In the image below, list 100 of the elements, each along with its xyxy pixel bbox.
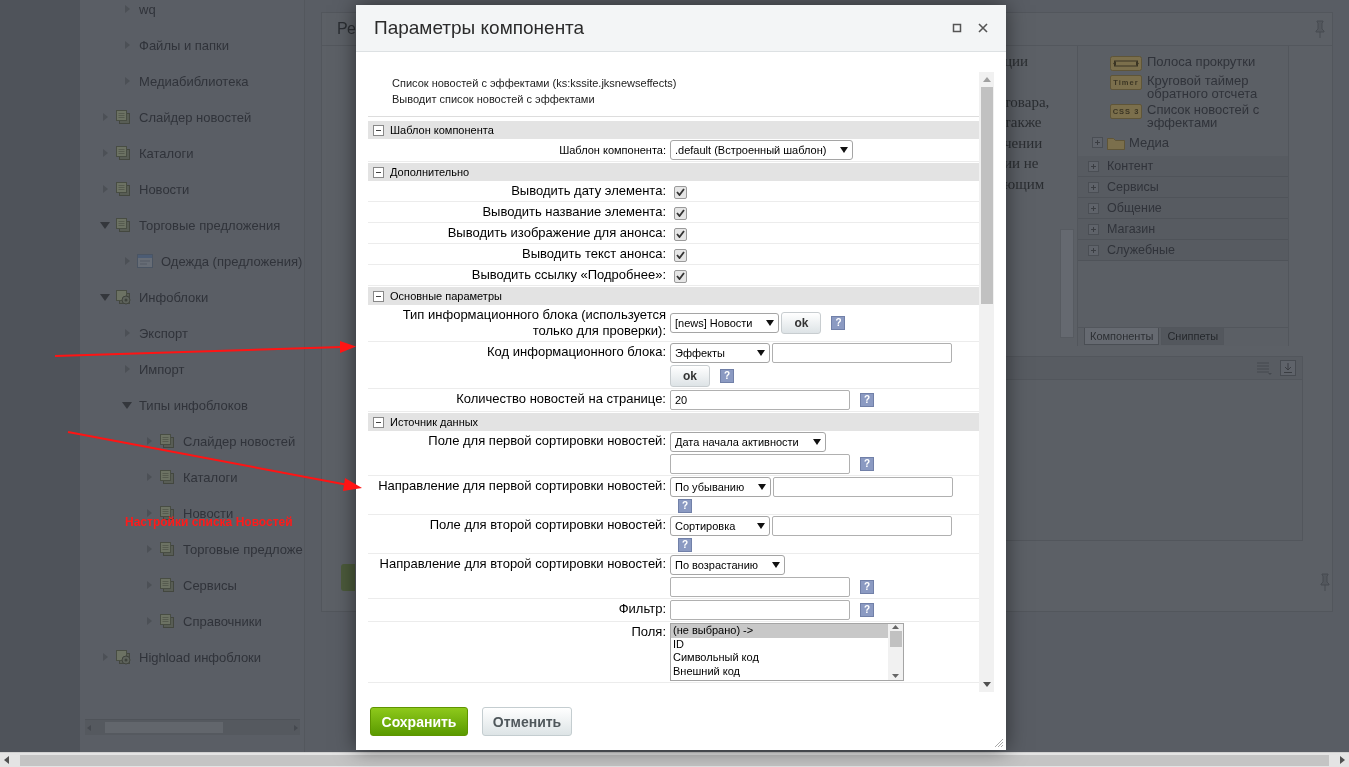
expand-icon[interactable] xyxy=(1088,244,1099,256)
checkbox[interactable] xyxy=(674,269,687,283)
dropdown[interactable]: По возрастанию xyxy=(670,555,786,575)
section-title: Дополнительно xyxy=(390,166,470,178)
scroll-thumb[interactable] xyxy=(889,631,902,647)
section-header[interactable]: Дополнительно xyxy=(368,163,979,181)
scroll-thumb[interactable] xyxy=(980,87,993,304)
list-option[interactable]: (не выбрано) -> xyxy=(671,624,888,638)
field-label: Фильтр: xyxy=(617,600,667,618)
collapse-arrow-icon[interactable] xyxy=(100,292,110,302)
save-button[interactable]: Сохранить xyxy=(370,707,468,736)
dropdown[interactable]: [news] Новости xyxy=(670,313,780,333)
input-field[interactable] xyxy=(670,577,850,597)
input-field[interactable]: 20 xyxy=(670,390,850,410)
download-icon[interactable] xyxy=(1280,360,1296,376)
help-button[interactable]: ? xyxy=(678,499,692,513)
input-field[interactable] xyxy=(773,477,954,497)
stacked-pages-icon xyxy=(115,145,131,161)
help-button[interactable]: ? xyxy=(720,369,734,383)
scrollbar[interactable] xyxy=(85,719,300,735)
section-header[interactable]: Источник данных xyxy=(368,413,979,431)
stacked-pages-gear-icon xyxy=(115,289,131,305)
collapse-arrow-icon[interactable] xyxy=(100,220,110,230)
scroll-thumb[interactable] xyxy=(20,754,1329,766)
collapse-icon[interactable] xyxy=(373,290,384,302)
list-option[interactable]: Внешний код xyxy=(671,664,888,678)
help-button[interactable]: ? xyxy=(860,457,874,471)
scroll-down-icon[interactable] xyxy=(891,672,900,680)
section-title: Шаблон компонента xyxy=(390,124,494,136)
folder-icon xyxy=(1107,135,1125,150)
dropdown[interactable]: Эффекты xyxy=(670,343,770,363)
caret-icon xyxy=(812,439,821,445)
checkbox[interactable] xyxy=(674,248,687,262)
dropdown[interactable]: .default (Встроенный шаблон) xyxy=(670,140,854,160)
slider-bar-icon xyxy=(1110,56,1142,71)
field-label: Выводить текст анонса: xyxy=(521,245,667,263)
input-field[interactable] xyxy=(670,600,850,620)
checkbox[interactable] xyxy=(674,227,687,241)
stacked-pages-icon xyxy=(115,109,131,125)
stacked-pages-icon xyxy=(159,433,175,449)
expand-icon[interactable] xyxy=(1092,137,1103,148)
collapse-arrow-icon[interactable] xyxy=(122,400,132,410)
help-button[interactable]: ? xyxy=(678,538,692,552)
dropdown[interactable]: По убыванию xyxy=(670,477,772,497)
cancel-button[interactable]: Отменить xyxy=(482,707,572,736)
stacked-pages-gear-icon xyxy=(115,649,131,665)
field-label: Направление для первой сортировки новостей: xyxy=(377,477,667,495)
field-label: Выводить ссылку «Подробнее»: xyxy=(470,266,667,284)
stacked-pages-icon xyxy=(159,469,175,485)
annotation-text: Настройки списка Новостей xyxy=(125,515,293,529)
caret-icon xyxy=(840,147,849,153)
component-description: Выводит список новостей с эффектами xyxy=(392,92,596,107)
input-field[interactable] xyxy=(670,454,850,474)
caret-icon xyxy=(757,523,765,529)
scrollbar[interactable] xyxy=(979,72,994,692)
help-button[interactable]: ? xyxy=(860,580,874,594)
partial-button[interactable] xyxy=(341,564,355,591)
field-label: Поле для первой сортировки новостей: xyxy=(427,432,667,450)
close-icon[interactable] xyxy=(978,23,988,33)
stacked-pages-icon xyxy=(159,577,175,593)
resize-grip-icon[interactable] xyxy=(992,736,1004,748)
caret-icon xyxy=(758,484,767,490)
expand-icon[interactable] xyxy=(1088,181,1099,193)
field-label: Шаблон компонента: xyxy=(558,143,667,158)
stacked-pages-icon xyxy=(159,613,175,629)
expand-icon[interactable] xyxy=(1088,223,1099,235)
panel-tab[interactable]: Компоненты xyxy=(1084,328,1160,345)
expand-icon[interactable] xyxy=(1088,202,1099,214)
section-header[interactable]: Шаблон компонента xyxy=(368,121,979,139)
help-button[interactable]: ? xyxy=(831,316,846,330)
list-option[interactable]: Символьный код xyxy=(671,651,888,665)
stacked-pages-icon xyxy=(115,181,131,197)
field-label: Поле для второй сортировки новостей: xyxy=(428,516,667,534)
field-label: Тип информационного блока (используется только для проверки): xyxy=(401,306,667,340)
expand-arrow-icon[interactable] xyxy=(144,436,154,446)
checkbox[interactable] xyxy=(674,206,687,220)
ok-button[interactable]: ok xyxy=(781,312,822,334)
collapse-icon[interactable] xyxy=(373,166,384,178)
collapse-icon[interactable] xyxy=(373,416,384,428)
input-field[interactable] xyxy=(772,343,952,363)
stacked-pages-icon xyxy=(115,217,131,233)
collapse-icon[interactable] xyxy=(373,124,384,136)
ok-button[interactable]: ok xyxy=(670,365,710,387)
section-title: Источник данных xyxy=(390,416,479,428)
caret-icon xyxy=(766,320,775,326)
component-description: Список новостей с эффектами (ks:kssite.jksnewseffects) xyxy=(392,76,678,91)
help-button[interactable]: ? xyxy=(860,393,874,407)
section-header[interactable]: Основные параметры xyxy=(368,287,979,305)
window-icon xyxy=(137,253,153,269)
list-option[interactable]: ID xyxy=(671,637,888,651)
listbox[interactable]: (не выбрано) -> ID Символьный код Внешний код xyxy=(670,623,904,681)
help-button[interactable]: ? xyxy=(860,603,874,617)
checkbox[interactable] xyxy=(674,185,687,199)
dropdown[interactable]: Дата начала активности xyxy=(670,432,826,452)
field-label: Поля: xyxy=(630,623,667,641)
field-label: Выводить изображение для анонса: xyxy=(446,224,667,242)
expand-icon[interactable] xyxy=(1088,160,1099,172)
input-field[interactable] xyxy=(772,516,952,536)
dropdown[interactable]: Сортировка xyxy=(670,516,770,536)
maximize-icon[interactable] xyxy=(952,23,962,33)
